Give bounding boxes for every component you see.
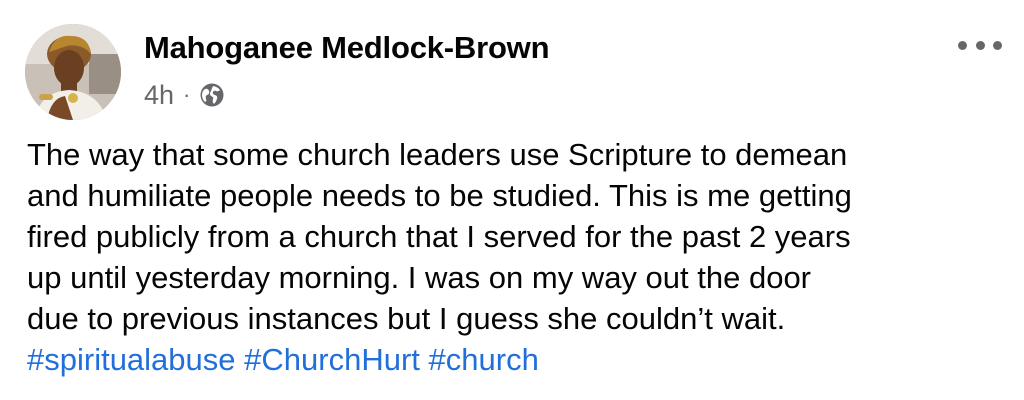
facebook-post: Mahoganee Medlock-Brown 4h · The way tha… — [0, 0, 1024, 400]
post-text-line: up until yesterday morning. I was on my … — [27, 260, 812, 295]
author-name[interactable]: Mahoganee Medlock-Brown — [144, 30, 550, 66]
more-options-icon — [958, 40, 967, 50]
hashtag-link[interactable]: #church — [429, 342, 539, 377]
globe-icon[interactable] — [199, 82, 225, 108]
hashtag-link[interactable]: #ChurchHurt — [244, 342, 420, 377]
post-text-line: due to previous instances but I guess sh… — [27, 301, 786, 336]
hashtag-link[interactable]: #spiritualabuse — [27, 342, 236, 377]
more-options-dot — [975, 40, 985, 50]
avatar[interactable] — [25, 24, 121, 120]
meta-separator: · — [183, 82, 191, 107]
post-text-line: fired publicly from a church that I serv… — [27, 219, 851, 254]
hashtag-line: #spiritualabuse #ChurchHurt #church — [27, 339, 1007, 380]
post-meta: 4h · — [144, 78, 225, 112]
post-text-line: and humiliate people needs to be studied… — [27, 178, 852, 213]
post-text-line: The way that some church leaders use Scr… — [27, 137, 848, 172]
more-options-dot — [993, 40, 1002, 50]
more-options-button[interactable] — [958, 30, 1002, 60]
post-text: The way that some church leaders use Scr… — [27, 134, 1007, 380]
post-timestamp[interactable]: 4h — [144, 80, 174, 111]
